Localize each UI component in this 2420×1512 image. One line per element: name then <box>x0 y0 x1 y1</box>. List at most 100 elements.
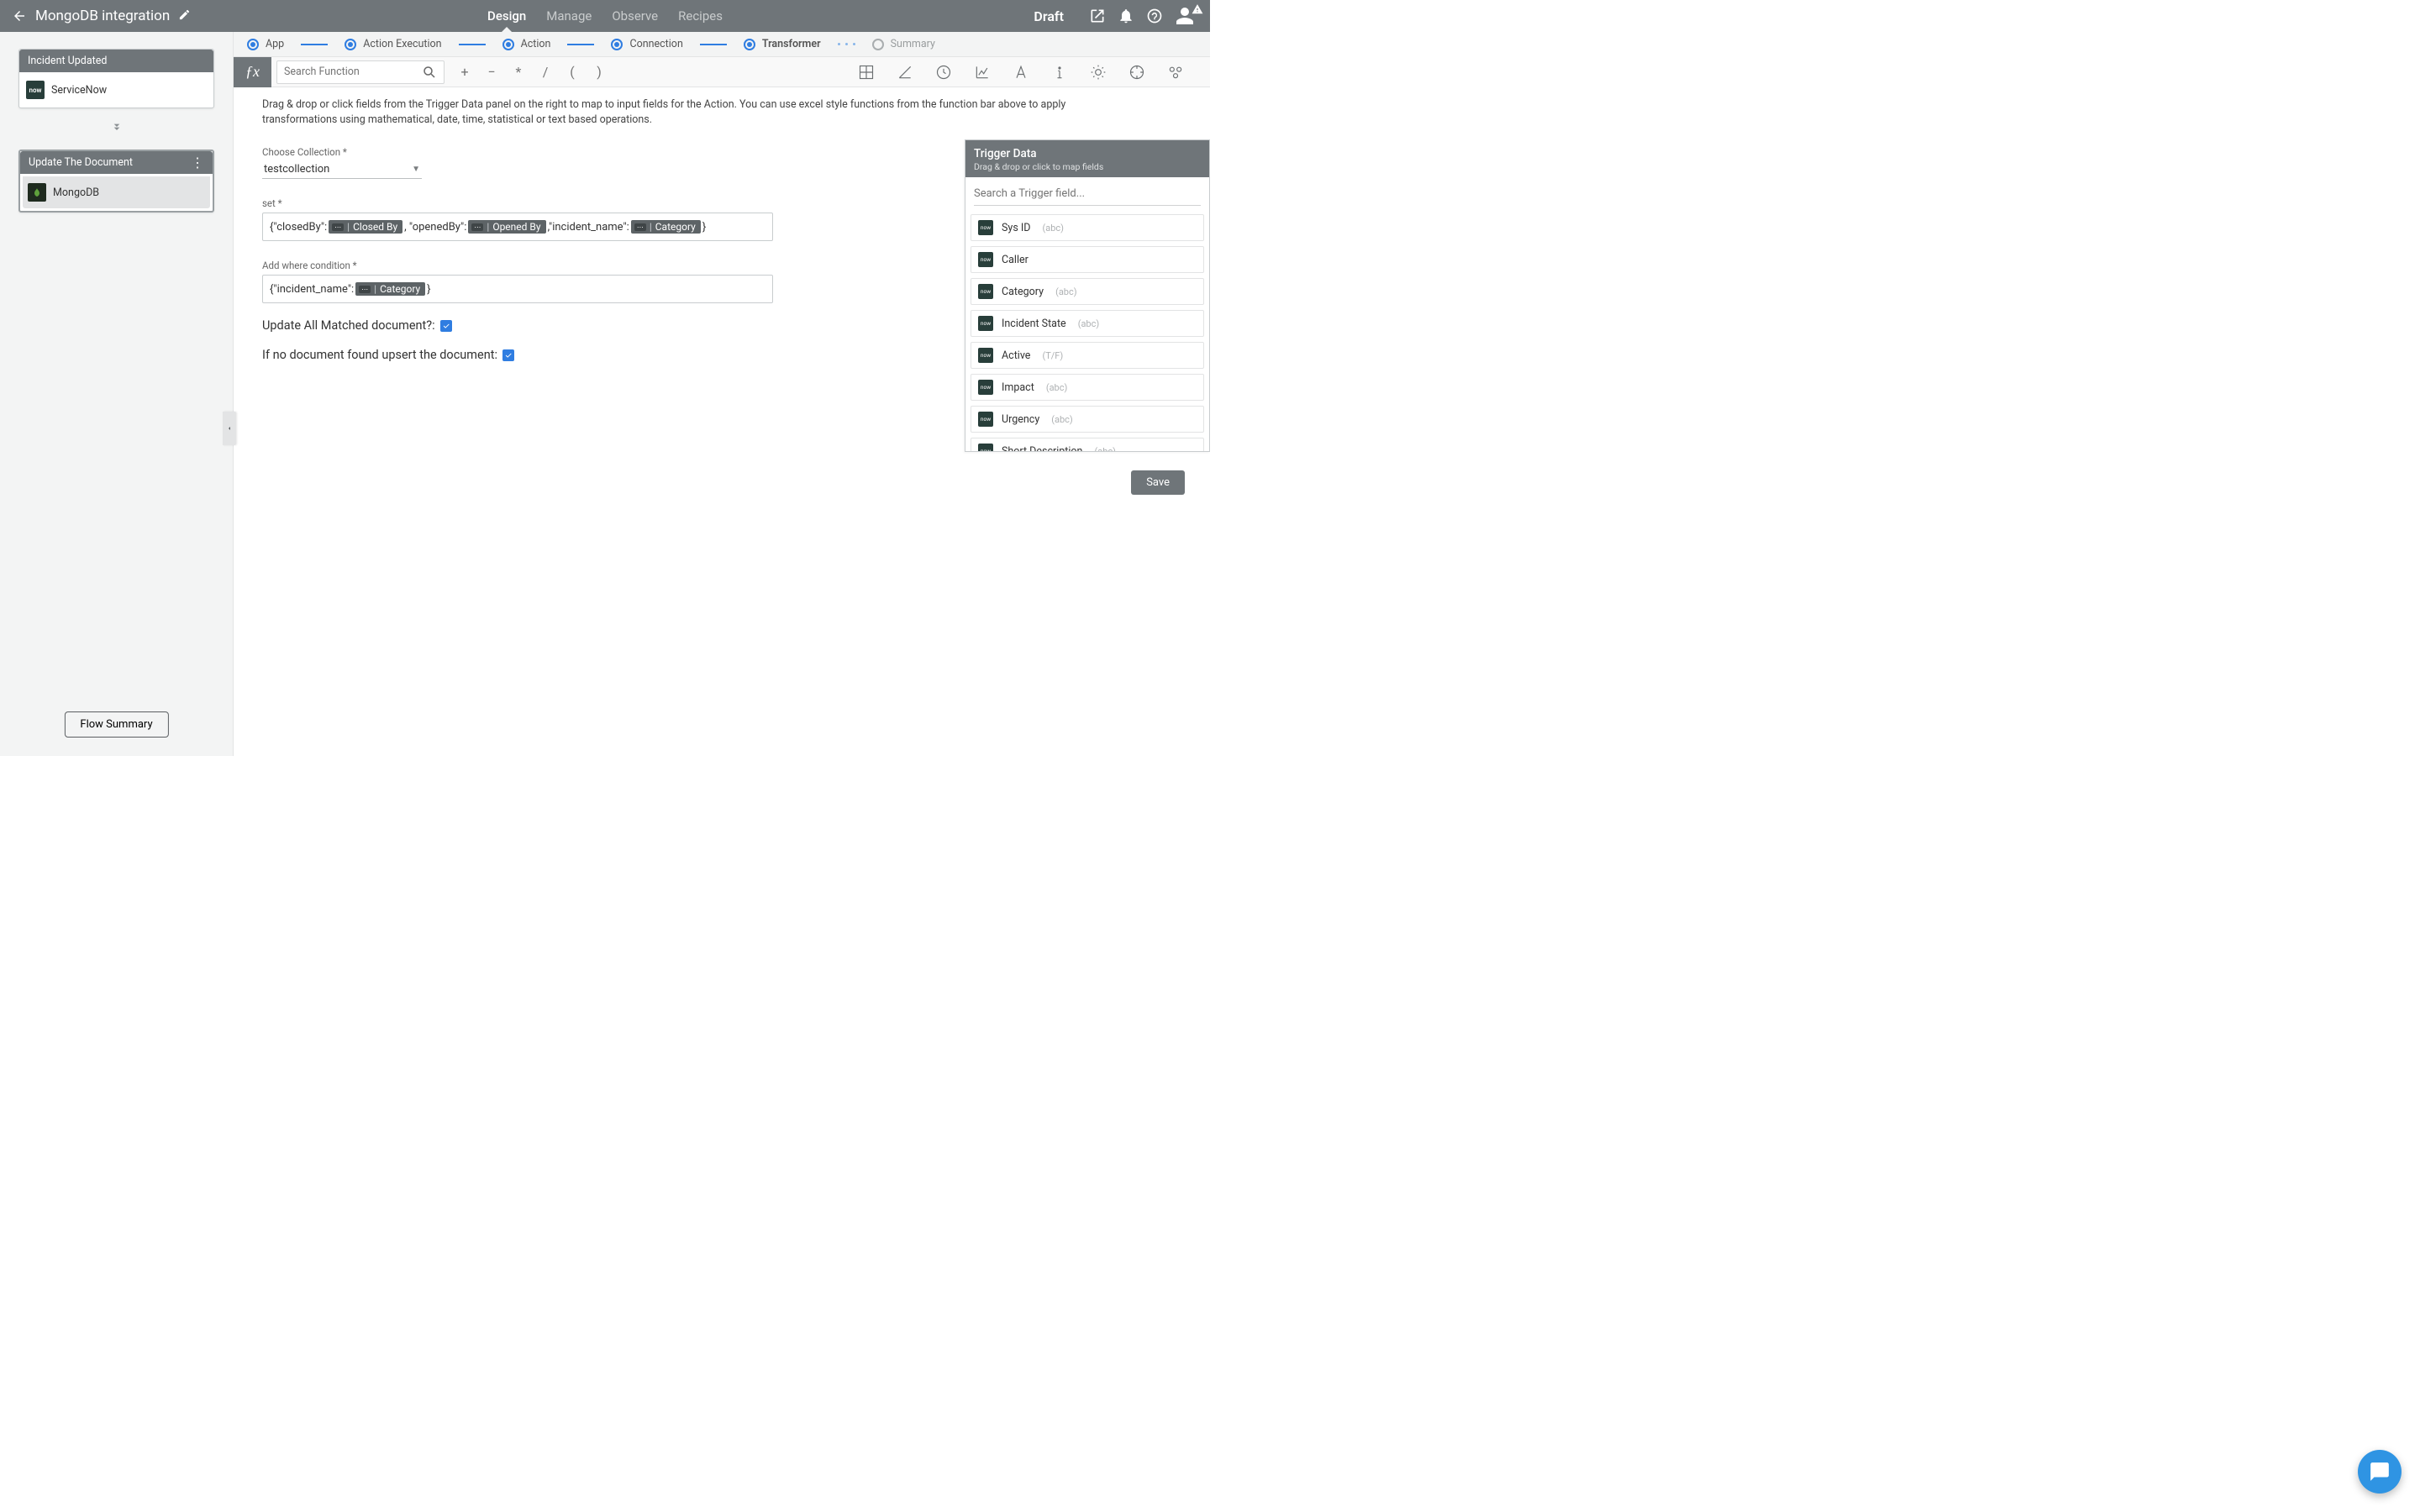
function-search-input[interactable] <box>284 66 422 78</box>
chip-opened-by[interactable]: ⋯|Opened By <box>468 220 545 234</box>
help-icon[interactable] <box>1146 8 1163 24</box>
collection-select[interactable]: testcollection ▼ <box>262 160 422 179</box>
back-button[interactable] <box>12 8 27 24</box>
trigger-field-name: Incident State <box>1002 318 1066 330</box>
trigger-field-item[interactable]: nowCaller <box>971 246 1204 273</box>
action-app-label: MongoDB <box>53 186 99 199</box>
trigger-field-type: (abc) <box>1046 382 1068 393</box>
trigger-field-name: Category <box>1002 286 1044 298</box>
fx-icon[interactable]: ƒx <box>234 57 271 87</box>
action-card-title: Update The Document <box>29 156 133 169</box>
step-action[interactable]: Action <box>502 38 551 50</box>
edit-icon[interactable] <box>178 8 191 24</box>
save-button[interactable]: Save <box>1131 470 1185 495</box>
trigger-field-item[interactable]: now Impact (abc) <box>971 374 1204 401</box>
tab-recipes[interactable]: Recipes <box>678 1 723 31</box>
status-label: Draft <box>1034 8 1064 24</box>
step-connection[interactable]: Connection <box>611 38 682 50</box>
trigger-card[interactable]: Incident Updated now ServiceNow <box>18 49 214 108</box>
set-expression-input[interactable]: {"closedBy": ⋯|Closed By , "openedBy": ⋯… <box>262 213 773 241</box>
tool-idea-icon[interactable] <box>1089 63 1107 81</box>
op-lparen[interactable]: ( <box>559 60 586 85</box>
function-bar: ƒx + − * / ( ) <box>234 57 1210 87</box>
update-all-label: Update All Matched document?: <box>262 318 435 333</box>
trigger-field-type: (abc) <box>1051 414 1073 425</box>
open-external-icon[interactable] <box>1089 8 1106 24</box>
transformer-content: Drag & drop or click fields from the Tri… <box>234 87 1210 756</box>
servicenow-mini-icon: now <box>978 380 993 395</box>
trigger-search-input[interactable] <box>974 184 1201 205</box>
flow-connector-icon <box>18 120 214 138</box>
config-stepper: App Action Execution Action Connection T… <box>234 32 1210 57</box>
trigger-panel-subtitle: Drag & drop or click to map fields <box>974 161 1201 172</box>
trigger-field-type: (abc) <box>1043 223 1065 234</box>
action-card-menu-icon[interactable]: ⋮ <box>191 157 204 169</box>
page-title: MongoDB integration <box>35 8 170 24</box>
user-avatar-icon[interactable] <box>1175 6 1195 26</box>
trigger-field-name: Caller <box>1002 254 1028 266</box>
hint-text: Drag & drop or click fields from the Tri… <box>262 97 1102 128</box>
trigger-field-item[interactable]: nowUrgency(abc) <box>971 406 1204 433</box>
chat-bubble-icon[interactable] <box>2358 1450 2402 1494</box>
servicenow-mini-icon: now <box>978 316 993 331</box>
servicenow-mini-icon: now <box>978 444 993 451</box>
trigger-field-name: Short Description <box>1002 445 1082 452</box>
trigger-field-item[interactable]: nowActive(T/F) <box>971 342 1204 369</box>
upsert-label: If no document found upsert the document… <box>262 348 497 362</box>
tab-design[interactable]: Design <box>487 1 526 31</box>
collection-value: testcollection <box>264 163 329 176</box>
trigger-field-name: Impact <box>1002 381 1034 394</box>
trigger-panel-title: Trigger Data <box>974 147 1201 160</box>
trigger-field-type: (abc) <box>1078 318 1100 329</box>
search-icon[interactable] <box>422 65 437 80</box>
trigger-field-name: Active <box>1002 349 1030 362</box>
trigger-app-label: ServiceNow <box>51 84 107 97</box>
step-action-execution[interactable]: Action Execution <box>345 38 441 50</box>
trigger-field-name: Sys ID <box>1002 222 1031 234</box>
op-mult[interactable]: * <box>505 60 532 85</box>
flow-sidebar: Incident Updated now ServiceNow Update T… <box>0 32 234 756</box>
tool-target-icon[interactable] <box>1128 63 1146 81</box>
step-summary[interactable]: Summary <box>872 38 935 50</box>
tool-info-icon[interactable] <box>1050 63 1069 81</box>
tool-angle-icon[interactable] <box>896 63 914 81</box>
chevron-down-icon: ▼ <box>412 165 420 174</box>
tool-math-icon[interactable] <box>857 63 876 81</box>
step-transformer[interactable]: Transformer <box>744 38 821 50</box>
flow-summary-button[interactable]: Flow Summary <box>64 711 168 738</box>
tab-manage[interactable]: Manage <box>546 1 592 31</box>
trigger-field-item[interactable]: nowCategory(abc) <box>971 278 1204 305</box>
tool-clock-icon[interactable] <box>934 63 953 81</box>
tool-chart-icon[interactable] <box>973 63 992 81</box>
trigger-field-item[interactable]: now Incident State (abc) <box>971 310 1204 337</box>
collapse-sidebar-handle[interactable] <box>223 412 236 445</box>
trigger-field-name: Urgency <box>1002 413 1039 426</box>
op-div[interactable]: / <box>532 60 559 85</box>
mongodb-badge-icon <box>28 183 46 202</box>
action-card[interactable]: Update The Document ⋮ MongoDB <box>18 150 214 213</box>
op-plus[interactable]: + <box>451 60 478 85</box>
op-rparen[interactable]: ) <box>586 60 613 85</box>
main-tabs: Design Manage Observe Recipes <box>487 1 723 31</box>
step-app[interactable]: App <box>247 38 284 50</box>
function-search[interactable] <box>276 60 445 84</box>
trigger-field-item[interactable]: now Sys ID (abc) <box>971 214 1204 241</box>
tab-observe[interactable]: Observe <box>612 1 658 31</box>
where-expression-input[interactable]: {"incident_name": ⋯|Category } <box>262 275 773 303</box>
chip-closed-by[interactable]: ⋯|Closed By <box>329 220 402 234</box>
servicenow-mini-icon: now <box>978 220 993 235</box>
notifications-icon[interactable] <box>1118 8 1134 24</box>
chip-category-where[interactable]: ⋯|Category <box>355 282 425 296</box>
trigger-data-panel: Trigger Data Drag & drop or click to map… <box>965 139 1210 452</box>
upsert-checkbox[interactable] <box>502 349 514 361</box>
update-all-checkbox[interactable] <box>440 320 452 332</box>
top-bar: MongoDB integration Design Manage Observ… <box>0 0 1210 32</box>
main-panel: App Action Execution Action Connection T… <box>234 32 1210 756</box>
tool-text-icon[interactable] <box>1012 63 1030 81</box>
tool-misc-icon[interactable] <box>1166 63 1185 81</box>
chip-category[interactable]: ⋯|Category <box>631 220 701 234</box>
trigger-field-item[interactable]: now Short Description (abc) <box>971 438 1204 451</box>
op-minus[interactable]: − <box>478 60 505 85</box>
warning-badge-icon <box>1192 3 1203 18</box>
trigger-field-type: (abc) <box>1094 446 1116 452</box>
